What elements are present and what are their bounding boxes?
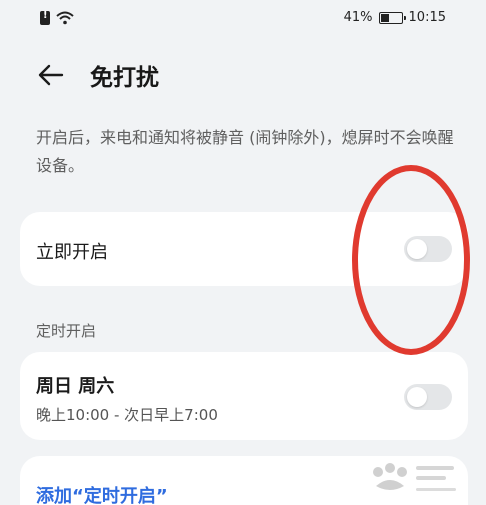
status-bar: 41% 10:15 (0, 0, 486, 38)
status-right: 41% 10:15 (344, 10, 446, 25)
wifi-icon (56, 11, 74, 25)
back-arrow-icon[interactable] (36, 60, 66, 90)
description-text: 开启后，来电和通知将被静音 (闹钟除外)，熄屏时不会唤醒设备。 (36, 128, 454, 175)
immediate-enable-row[interactable]: 立即开启 (20, 212, 468, 286)
battery-percent: 41% (343, 10, 373, 25)
schedule-row[interactable]: 周日 周六 晚上10:00 - 次日早上7:00 (20, 352, 468, 440)
immediate-enable-toggle[interactable] (404, 236, 452, 262)
battery-icon (378, 11, 406, 24)
schedule-days: 周日 周六 (36, 376, 115, 397)
status-left (40, 10, 74, 25)
page-title: 免打扰 (90, 65, 159, 91)
schedule-time-range: 晚上10:00 - 次日早上7:00 (36, 406, 218, 424)
immediate-enable-label: 立即开启 (36, 242, 108, 263)
sim-alert-icon (40, 10, 50, 25)
add-schedule-link[interactable]: 添加“定时开启” (36, 482, 168, 505)
screen: 41% 10:15 免打扰 开启后，来电和通知将被静音 (闹钟除外)，熄屏时不会… (0, 0, 486, 505)
schedule-toggle[interactable] (404, 384, 452, 410)
schedule-section-label: 定时开启 (36, 322, 97, 340)
clock: 10:15 (408, 10, 446, 25)
add-schedule-row[interactable]: 添加“定时开启” (20, 456, 468, 505)
